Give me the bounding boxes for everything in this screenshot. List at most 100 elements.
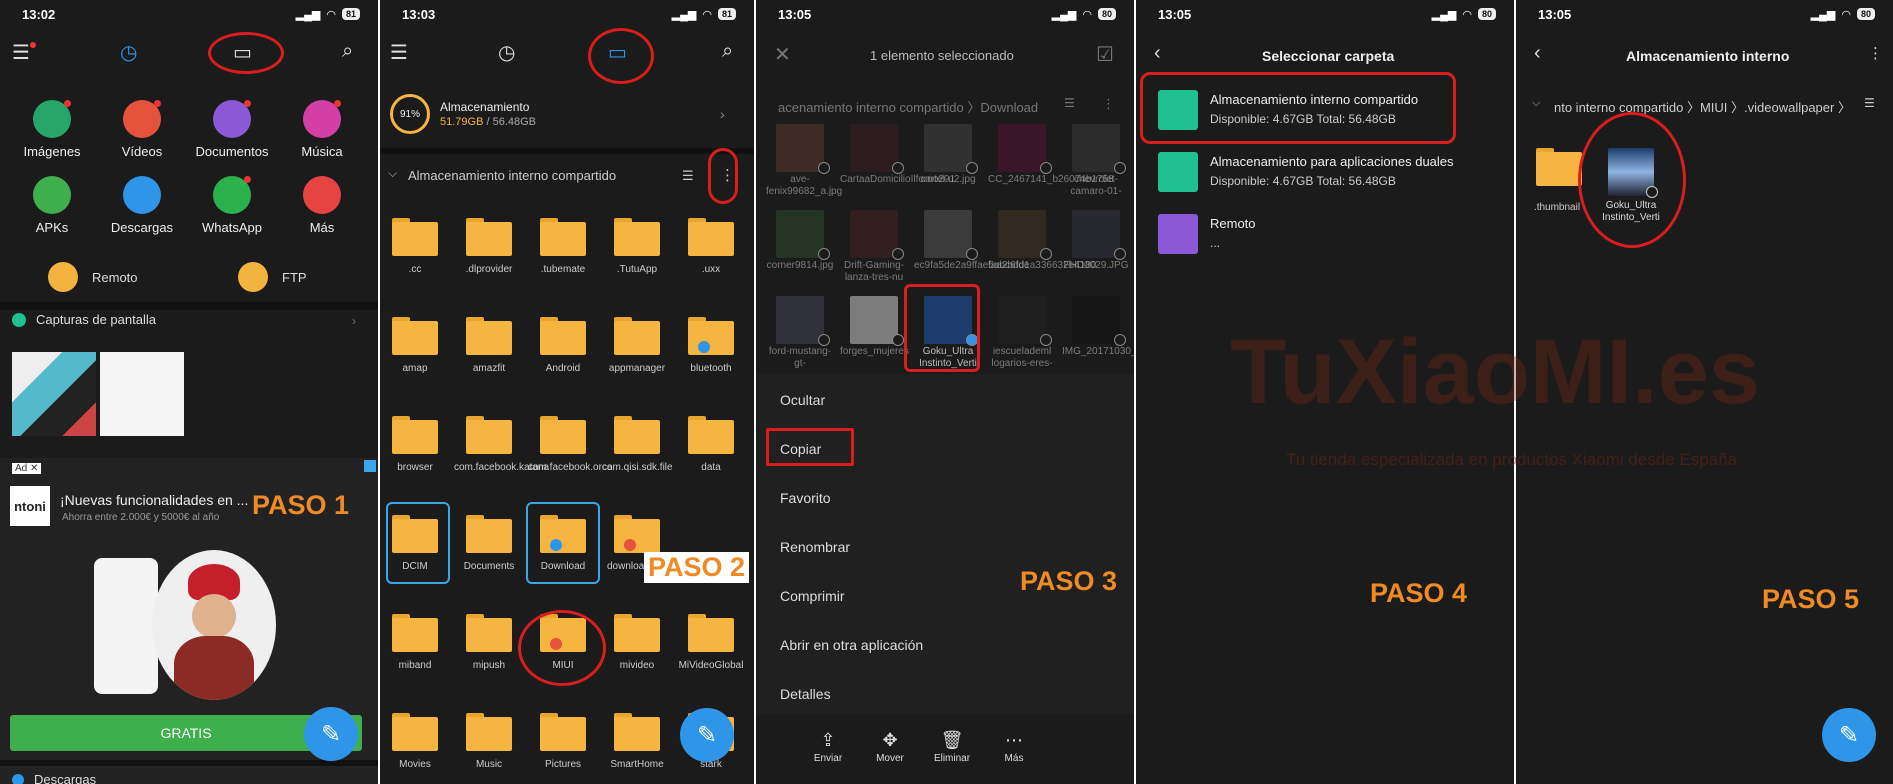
menu-item-favorito[interactable]: Favorito [780, 490, 831, 506]
menu-item-renombrar[interactable]: Renombrar [780, 539, 850, 555]
category-im-genes[interactable]: Imágenes [12, 100, 92, 159]
folder-icon[interactable] [540, 317, 586, 355]
file-thumb[interactable] [998, 296, 1046, 344]
category-m-s[interactable]: Más [282, 176, 362, 235]
storage-item-almacenamiento-para-aplicaciones-duales[interactable]: Almacenamiento para aplicaciones duales D… [1136, 152, 1514, 208]
ad-choices-icon[interactable] [364, 460, 376, 472]
ftp-button[interactable]: FTP [238, 262, 307, 292]
recent-clock-icon[interactable]: ◷ [498, 40, 515, 65]
clean-fab-button[interactable]: ✎ [304, 707, 358, 761]
path-breadcrumb[interactable]: acenamiento interno compartido 〉Download [778, 97, 1038, 116]
collapse-icon[interactable]: ⌵ [388, 166, 397, 181]
downloads-row[interactable]: Descargas [12, 772, 96, 784]
select-circle-icon[interactable] [892, 334, 904, 346]
folder-icon[interactable] [392, 416, 438, 454]
select-circle-icon[interactable] [818, 248, 830, 260]
file-thumb[interactable] [850, 296, 898, 344]
storage-item-remoto[interactable]: Remoto... [1136, 214, 1514, 270]
screenshots-header[interactable]: Capturas de pantalla [12, 312, 156, 327]
folder-icon[interactable] [466, 317, 512, 355]
clean-fab-button[interactable]: ✎ [680, 708, 734, 762]
action-mover[interactable]: ✥ Mover [860, 730, 920, 764]
ad-tag[interactable]: Ad ✕ [12, 463, 42, 474]
folder-icon[interactable] [1536, 148, 1582, 186]
folder-icon[interactable] [688, 614, 734, 652]
folder-icon[interactable] [688, 218, 734, 256]
select-circle-icon[interactable] [966, 248, 978, 260]
file-thumb[interactable] [850, 124, 898, 172]
select-circle-icon[interactable] [818, 334, 830, 346]
remote-button[interactable]: Remoto [48, 262, 138, 292]
list-view-icon[interactable]: ☰ [682, 168, 694, 184]
screenshot-thumb[interactable] [12, 352, 96, 436]
path-breadcrumb[interactable]: Almacenamiento interno compartido [408, 168, 616, 183]
folder-icon[interactable] [614, 515, 660, 553]
file-thumb[interactable] [924, 124, 972, 172]
category-apks[interactable]: APKs [12, 176, 92, 235]
category-m-sica[interactable]: Música [282, 100, 362, 159]
file-thumb[interactable] [998, 210, 1046, 258]
select-circle-icon[interactable] [818, 162, 830, 174]
menu-item-comprimir[interactable]: Comprimir [780, 588, 845, 604]
action-enviar[interactable]: ⇪ Enviar [798, 730, 858, 764]
folder-icon[interactable] [614, 614, 660, 652]
folder-icon[interactable] [466, 713, 512, 751]
file-thumb[interactable] [924, 210, 972, 258]
select-circle-icon[interactable] [966, 162, 978, 174]
action-m-s[interactable]: ⋯ Más [984, 730, 1044, 764]
folder-icon[interactable] [466, 515, 512, 553]
category-descargas[interactable]: Descargas [102, 176, 182, 235]
select-circle-icon[interactable] [1040, 162, 1052, 174]
select-circle-icon[interactable] [892, 162, 904, 174]
folder-icon[interactable] [392, 317, 438, 355]
search-icon[interactable]: ⌕ [722, 40, 733, 63]
file-thumb[interactable] [998, 124, 1046, 172]
select-circle-icon[interactable] [1040, 248, 1052, 260]
list-view-icon[interactable]: ☰ [1064, 96, 1075, 110]
recent-clock-icon[interactable]: ◷ [120, 40, 137, 65]
file-thumb[interactable] [1072, 296, 1120, 344]
more-vert-icon[interactable]: ⋮ [1102, 96, 1115, 112]
menu-item-detalles[interactable]: Detalles [780, 686, 831, 702]
folder-icon[interactable] [614, 317, 660, 355]
back-arrow-icon[interactable]: ‹ [1154, 42, 1161, 65]
select-circle-icon[interactable] [1114, 334, 1126, 346]
folder-icon[interactable] [614, 713, 660, 751]
folder-icon[interactable] [466, 218, 512, 256]
folder-icon[interactable] [392, 713, 438, 751]
menu-icon[interactable]: ☰ [12, 40, 30, 65]
search-icon[interactable]: ⌕ [342, 40, 353, 63]
storage-chevron-icon[interactable]: › [720, 106, 725, 122]
file-thumb[interactable] [850, 210, 898, 258]
back-arrow-icon[interactable]: ‹ [1534, 42, 1541, 65]
folder-icon[interactable] [540, 416, 586, 454]
folder-icon[interactable] [540, 713, 586, 751]
menu-item-ocultar[interactable]: Ocultar [780, 392, 825, 408]
clean-fab-button[interactable]: ✎ [1822, 708, 1876, 762]
select-circle-icon[interactable] [1114, 248, 1126, 260]
menu-item-abrir-en-otra-aplicaci-n[interactable]: Abrir en otra aplicación [780, 637, 923, 653]
file-thumb[interactable] [1072, 210, 1120, 258]
close-icon[interactable]: ✕ [774, 42, 791, 67]
file-thumb[interactable] [1072, 124, 1120, 172]
select-circle-icon[interactable] [892, 248, 904, 260]
ad-title[interactable]: ¡Nuevas funcionalidades en ... [60, 492, 248, 508]
screenshot-thumb[interactable] [100, 352, 184, 436]
folder-icon[interactable] [688, 416, 734, 454]
path-breadcrumb[interactable]: nto interno compartido 〉MIUI 〉.videowall… [1554, 97, 1851, 116]
folder-icon[interactable] [540, 218, 586, 256]
select-all-icon[interactable]: ☑ [1096, 42, 1114, 67]
file-thumb[interactable] [776, 124, 824, 172]
folder-icon[interactable] [466, 416, 512, 454]
folder-icon[interactable] [392, 218, 438, 256]
folder-icon[interactable] [614, 416, 660, 454]
folder-icon[interactable] [392, 614, 438, 652]
category-v-deos[interactable]: Vídeos [102, 100, 182, 159]
more-vert-icon[interactable]: ⋮ [1868, 44, 1883, 62]
menu-icon[interactable]: ☰ [390, 40, 408, 65]
file-thumb[interactable] [776, 296, 824, 344]
category-whatsapp[interactable]: WhatsApp [192, 176, 272, 235]
action-eliminar[interactable]: 🗑 Eliminar [922, 730, 982, 764]
folder-icon[interactable] [688, 317, 734, 355]
select-circle-icon[interactable] [1114, 162, 1126, 174]
